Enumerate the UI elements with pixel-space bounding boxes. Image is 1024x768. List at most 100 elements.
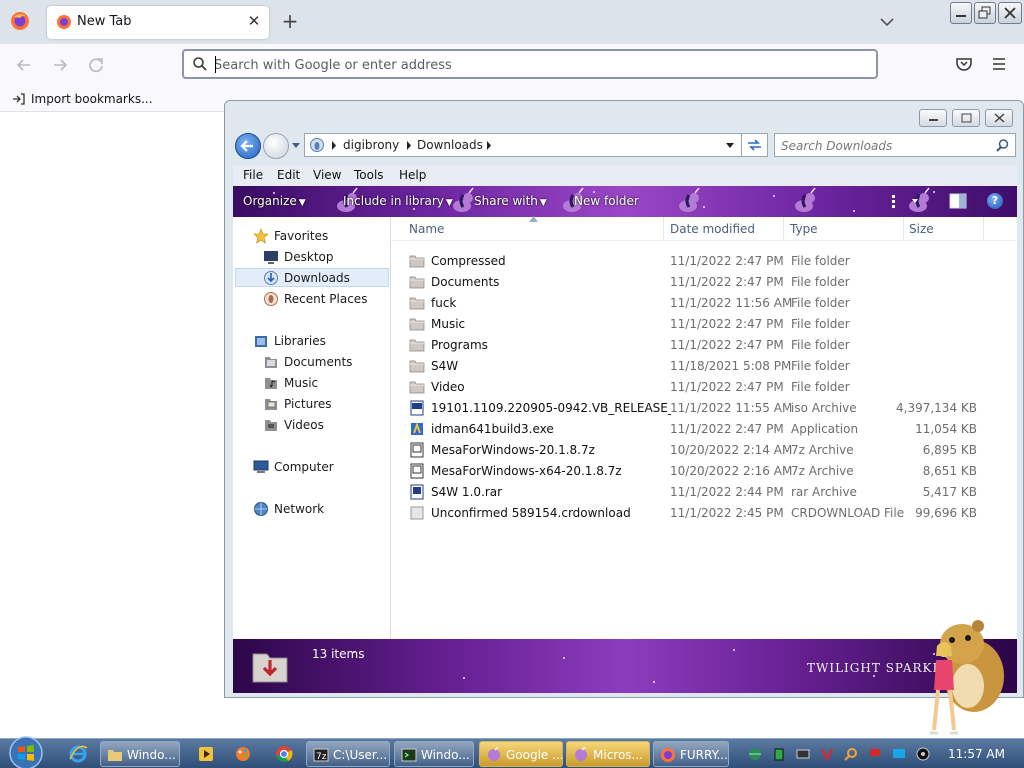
close-tab-icon[interactable]: ✕: [245, 12, 263, 30]
chevron-down-icon[interactable]: [877, 12, 897, 32]
menu-help[interactable]: Help: [399, 168, 426, 182]
column-header-name[interactable]: Name: [409, 222, 444, 236]
explorer-close-button[interactable]: [985, 109, 1013, 127]
close-window-button[interactable]: [998, 2, 1022, 24]
new-tab-button[interactable]: +: [279, 10, 301, 32]
pocket-icon[interactable]: [955, 55, 973, 73]
help-icon[interactable]: ?: [987, 193, 1003, 209]
taskbar-button-command-prompt[interactable]: 7z C:\User...: [306, 741, 390, 767]
clock[interactable]: 11:57 AM: [948, 747, 1005, 761]
column-divider[interactable]: [903, 217, 904, 241]
nav-videos[interactable]: Videos: [263, 416, 383, 435]
file-row[interactable]: Video 11/1/2022 2:47 PM File folder: [405, 377, 1005, 398]
menu-file[interactable]: File: [243, 168, 263, 182]
restore-button[interactable]: [974, 2, 996, 24]
file-row[interactable]: fuck 11/1/2022 11:56 AM File folder: [405, 293, 1005, 314]
nav-desktop[interactable]: Desktop: [263, 248, 383, 267]
antivirus-tray-icon[interactable]: [820, 747, 834, 761]
reload-icon[interactable]: [85, 54, 107, 76]
taskbar-button-windows[interactable]: Windo...: [394, 741, 474, 767]
nav-recent-places[interactable]: Recent Places: [263, 290, 383, 309]
file-row[interactable]: S4W 1.0.rar 11/1/2022 2:44 PM rar Archive 5…: [405, 482, 1005, 503]
new-folder-button[interactable]: New folder: [574, 194, 639, 208]
column-divider[interactable]: [783, 217, 784, 241]
import-bookmarks-button[interactable]: Import bookmarks...: [12, 91, 153, 107]
explorer-search-box[interactable]: [774, 133, 1016, 157]
battery-tray-icon[interactable]: [772, 747, 786, 761]
column-header-size[interactable]: Size: [909, 222, 934, 236]
column-divider[interactable]: [983, 217, 984, 241]
twilight-sparkle-pony-icon: [679, 187, 700, 212]
paint-icon[interactable]: [233, 744, 253, 764]
explorer-minimize-button[interactable]: [919, 109, 947, 127]
menu-edit[interactable]: Edit: [277, 168, 300, 182]
menu-tools[interactable]: Tools: [354, 168, 384, 182]
taskbar-button-windows-explorer[interactable]: Windo...: [100, 741, 180, 767]
file-date: 10/20/2022 2:14 AM: [670, 443, 793, 457]
network-tray-icon[interactable]: [796, 747, 810, 761]
share-with-button[interactable]: Share with ▼: [474, 194, 547, 208]
globe-tray-icon[interactable]: [748, 747, 762, 761]
include-in-library-button[interactable]: Include in library ▼: [343, 194, 453, 208]
file-name: Compressed: [431, 254, 506, 268]
nav-documents[interactable]: Documents: [263, 353, 383, 372]
column-header-type[interactable]: Type: [790, 222, 818, 236]
explorer-forward-button[interactable]: [263, 133, 289, 159]
explorer-maximize-button[interactable]: [952, 109, 980, 127]
explorer-address-bar[interactable]: digibrony Downloads: [304, 133, 742, 157]
url-input[interactable]: [214, 55, 854, 75]
address-dropdown-icon[interactable]: [725, 142, 735, 150]
file-row[interactable]: MesaForWindows-x64-20.1.8.7z 10/20/2022 2…: [405, 461, 1005, 482]
file-row[interactable]: Unconfirmed 589154.crdownload 11/1/2022 2…: [405, 503, 1005, 524]
organize-button[interactable]: Organize ▼: [243, 194, 306, 208]
taskbar-button-firefox[interactable]: FURRY...: [653, 741, 729, 767]
file-row[interactable]: Music 11/1/2022 2:47 PM File folder: [405, 314, 1005, 335]
tab-new-tab[interactable]: New Tab ✕: [47, 6, 269, 39]
nav-music[interactable]: Music: [263, 374, 383, 393]
change-view-icon[interactable]: [890, 192, 920, 210]
file-row[interactable]: S4W 11/18/2021 5:08 PM File folder: [405, 356, 1005, 377]
windows-start-orb-icon[interactable]: [6, 733, 46, 768]
file-row[interactable]: Documents 11/1/2022 2:47 PM File folder: [405, 272, 1005, 293]
nav-pictures[interactable]: Pictures: [263, 395, 383, 414]
breadcrumb-downloads[interactable]: Downloads: [417, 138, 483, 152]
search-icon[interactable]: [995, 138, 1010, 153]
taskbar-button-microsoft[interactable]: Micros...: [566, 741, 650, 767]
recent-pages-dropdown-icon[interactable]: [291, 142, 301, 150]
firefox-logo-icon[interactable]: [10, 11, 30, 31]
file-row[interactable]: Programs 11/1/2022 2:47 PM File folder: [405, 335, 1005, 356]
media-player-icon[interactable]: [196, 744, 216, 764]
nav-computer[interactable]: Computer: [253, 458, 383, 477]
pony-app-icon: [488, 747, 500, 761]
nav-libraries[interactable]: Libraries: [253, 332, 383, 351]
internet-explorer-icon[interactable]: [68, 744, 88, 764]
file-row[interactable]: 19101.1109.220905-0942.VB_RELEASE_SV...1…: [405, 398, 1005, 419]
file-row[interactable]: Compressed 11/1/2022 2:47 PM File folder: [405, 251, 1005, 272]
volume-tray-icon[interactable]: [916, 747, 930, 761]
search-tray-icon[interactable]: [844, 747, 858, 761]
file-row[interactable]: idman641build3.exe 11/1/2022 2:47 PM Appli…: [405, 419, 1005, 440]
menu-view[interactable]: View: [313, 168, 341, 182]
nav-downloads[interactable]: Downloads: [235, 268, 389, 287]
back-arrow-icon[interactable]: [13, 54, 35, 76]
column-header-date[interactable]: Date modified: [670, 222, 755, 236]
file-row[interactable]: MesaForWindows-20.1.8.7z 10/20/2022 2:14 …: [405, 440, 1005, 461]
hamburger-menu-icon[interactable]: [990, 55, 1008, 73]
firefox-favicon-icon: [57, 15, 71, 29]
file-name: S4W 1.0.rar: [431, 485, 503, 499]
column-divider[interactable]: [663, 217, 664, 241]
breadcrumb-digibrony[interactable]: digibrony: [343, 138, 399, 152]
url-bar[interactable]: [182, 49, 878, 79]
preview-pane-icon[interactable]: [949, 193, 967, 209]
explorer-back-button[interactable]: [235, 133, 261, 159]
nav-favorites[interactable]: Favorites: [253, 227, 383, 246]
flag-tray-icon[interactable]: [868, 747, 882, 761]
display-tray-icon[interactable]: [892, 747, 906, 761]
minimize-button[interactable]: [950, 2, 972, 24]
explorer-refresh-button[interactable]: [741, 133, 768, 157]
forward-arrow-icon[interactable]: [49, 54, 71, 76]
nav-network[interactable]: Network: [253, 500, 383, 519]
google-chrome-icon[interactable]: [274, 744, 294, 764]
taskbar-button-google[interactable]: Google ...: [479, 741, 563, 767]
explorer-search-input[interactable]: [781, 137, 987, 154]
